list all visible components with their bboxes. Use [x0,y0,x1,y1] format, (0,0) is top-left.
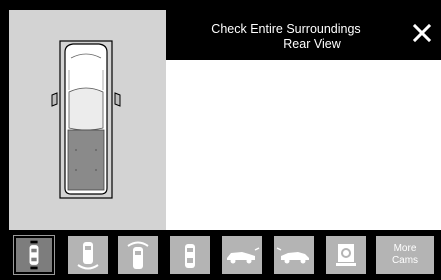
front-cross-view-button[interactable] [222,236,262,274]
page-title: Check Entire Surroundings Rear View [166,22,406,52]
rear-cross-view-button[interactable] [274,236,314,274]
title-line-2: Rear View [283,37,341,51]
close-icon [412,23,432,43]
close-button[interactable] [411,22,433,44]
surround-view-screen: Check Entire Surroundings Rear View More… [0,0,441,280]
car-front-cross-icon [227,247,260,264]
more-cams-button[interactable]: More Cams [376,236,434,274]
car-rear-cam-icon [77,242,99,270]
more-cams-label-1: More [393,243,417,254]
car-side-cam-icon [185,244,195,268]
vehicle-top-down-icon [51,40,121,199]
rear-view-button[interactable] [68,236,108,274]
more-cams-label-2: Cams [391,255,419,266]
car-front-cam-icon [127,241,149,269]
camera-toolbar: More Cams [0,230,441,280]
trailer-cam-button[interactable] [326,236,366,274]
view-header: Check Entire Surroundings Rear View [166,10,441,60]
car-front-rear-cam-icon [29,240,39,270]
camera-view [166,60,441,230]
title-line-1: Check Entire Surroundings [211,22,361,36]
top-down-view-panel [9,10,166,230]
front-rear-view-button[interactable] [13,235,55,275]
car-rear-cross-icon [276,247,309,264]
camera-icon [336,244,356,266]
front-view-button[interactable] [118,236,158,274]
side-view-button[interactable] [170,236,210,274]
